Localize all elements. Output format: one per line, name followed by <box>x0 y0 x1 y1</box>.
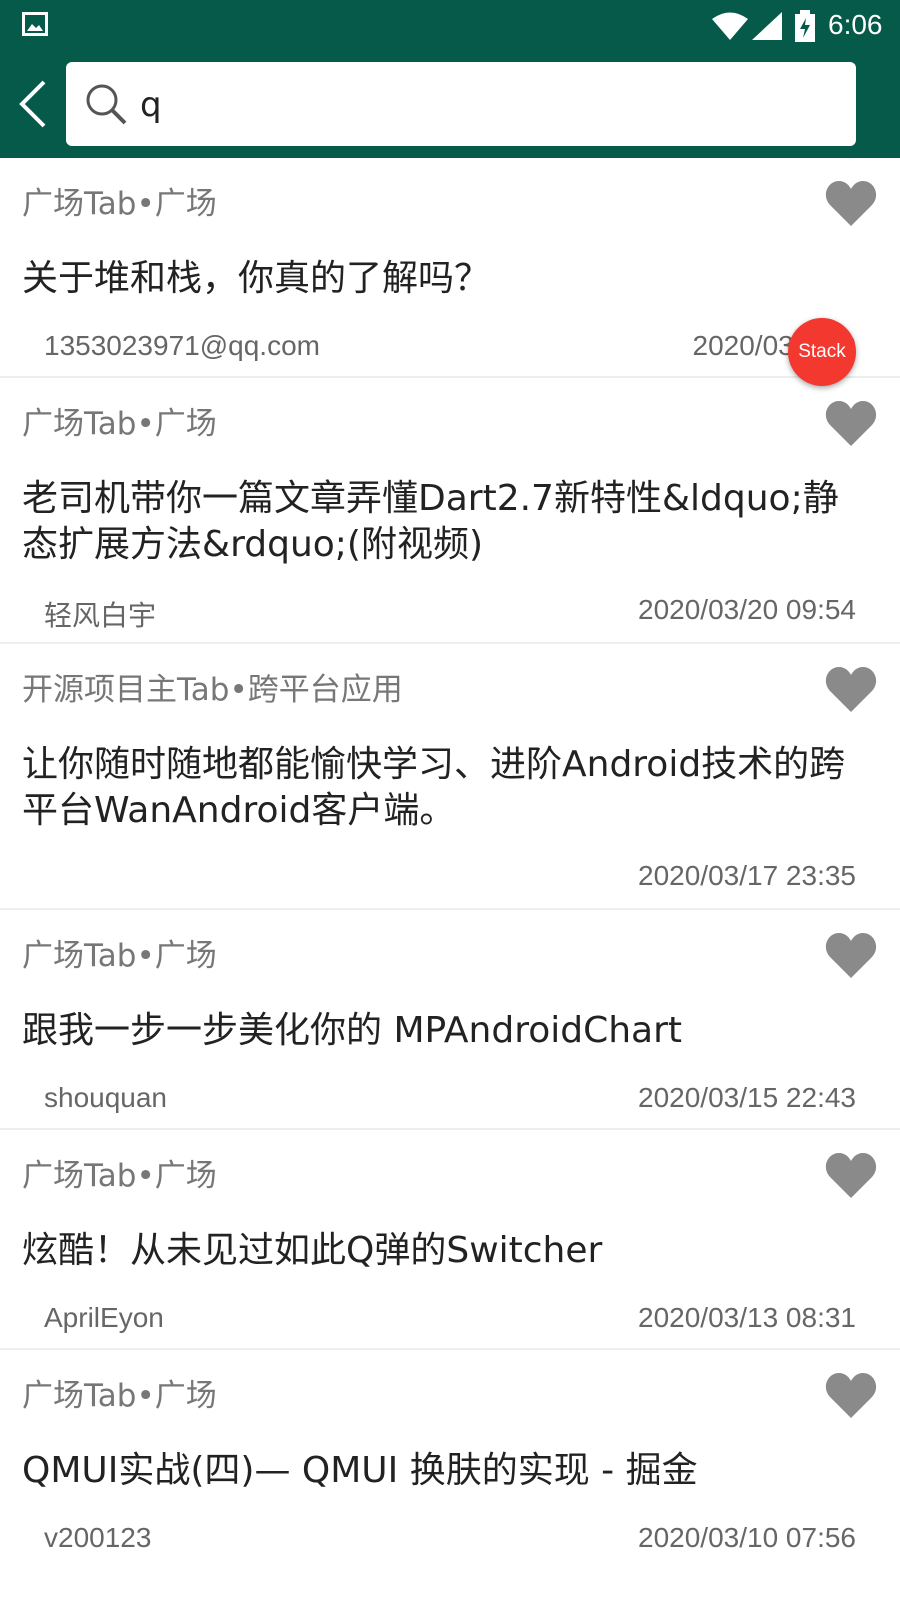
search-box[interactable] <box>66 62 856 146</box>
search-icon <box>86 84 127 125</box>
article-author: AprilEyon <box>44 1302 164 1333</box>
search-input[interactable] <box>138 76 832 134</box>
list-item[interactable]: 广场Tab•广场 炫酷！从未见过如此Q弹的Switcher AprilEyon … <box>0 1130 900 1350</box>
article-title[interactable]: 跟我一步一步美化你的 MPAndroidChart <box>22 1008 862 1054</box>
article-title[interactable]: 炫酷！从未见过如此Q弹的Switcher <box>22 1228 862 1274</box>
list-item[interactable]: 广场Tab•广场 QMUI实战(四)— QMUI 换肤的实现 - 掘金 v200… <box>0 1350 900 1580</box>
list-item[interactable]: 开源项目主Tab•跨平台应用 让你随时随地都能愉快学习、进阶Android技术的… <box>0 644 900 910</box>
article-category: 广场Tab•广场 <box>22 1158 217 1194</box>
article-date: 2020/03/17 23:35 <box>638 860 856 891</box>
article-category: 广场Tab•广场 <box>22 1378 217 1414</box>
article-author: v200123 <box>44 1522 152 1553</box>
heart-icon[interactable] <box>824 1372 878 1420</box>
article-author: shouquan <box>44 1082 168 1113</box>
article-date: 2020/03/15 22:43 <box>638 1082 856 1113</box>
image-icon <box>22 12 48 36</box>
article-date: 2020/03/10 07:56 <box>638 1522 856 1553</box>
chevron-left-icon[interactable] <box>14 76 54 132</box>
status-bar: 6:06 <box>0 0 900 50</box>
article-category: 开源项目主Tab•跨平台应用 <box>22 672 403 708</box>
heart-icon[interactable] <box>824 666 878 714</box>
list-item[interactable]: 广场Tab•广场 关于堆和栈，你真的了解吗？ 1353023971@qq.com… <box>0 158 900 378</box>
stack-fab-button[interactable]: Stack <box>788 318 856 386</box>
article-category: 广场Tab•广场 <box>22 938 217 974</box>
wifi-icon <box>712 12 748 40</box>
status-time: 6:06 <box>828 9 883 40</box>
article-category: 广场Tab•广场 <box>22 186 217 222</box>
article-author: 轻风白宇 <box>44 600 157 631</box>
heart-icon[interactable] <box>824 1152 878 1200</box>
article-author: 1353023971@qq.com <box>44 330 320 361</box>
signal-icon <box>752 12 782 40</box>
article-date: 2020/03/20 09:54 <box>638 594 856 625</box>
article-title[interactable]: 老司机带你一篇文章弄懂Dart2.7新特性&ldquo;静态扩展方法&rdquo… <box>22 476 862 568</box>
list-item[interactable]: 广场Tab•广场 老司机带你一篇文章弄懂Dart2.7新特性&ldquo;静态扩… <box>0 378 900 644</box>
article-list: 广场Tab•广场 关于堆和栈，你真的了解吗？ 1353023971@qq.com… <box>0 158 900 1580</box>
heart-icon[interactable] <box>824 932 878 980</box>
article-category: 广场Tab•广场 <box>22 406 217 442</box>
article-title[interactable]: 让你随时随地都能愉快学习、进阶Android技术的跨平台WanAndroid客户… <box>22 742 862 834</box>
battery-charging-icon <box>795 10 815 42</box>
heart-icon[interactable] <box>824 400 878 448</box>
article-title[interactable]: 关于堆和栈，你真的了解吗？ <box>22 256 862 302</box>
list-item[interactable]: 广场Tab•广场 跟我一步一步美化你的 MPAndroidChart shouq… <box>0 910 900 1130</box>
article-date: 2020/03/13 08:31 <box>638 1302 856 1333</box>
article-title[interactable]: QMUI实战(四)— QMUI 换肤的实现 - 掘金 <box>22 1448 862 1494</box>
heart-icon[interactable] <box>824 180 878 228</box>
app-bar <box>0 50 900 158</box>
